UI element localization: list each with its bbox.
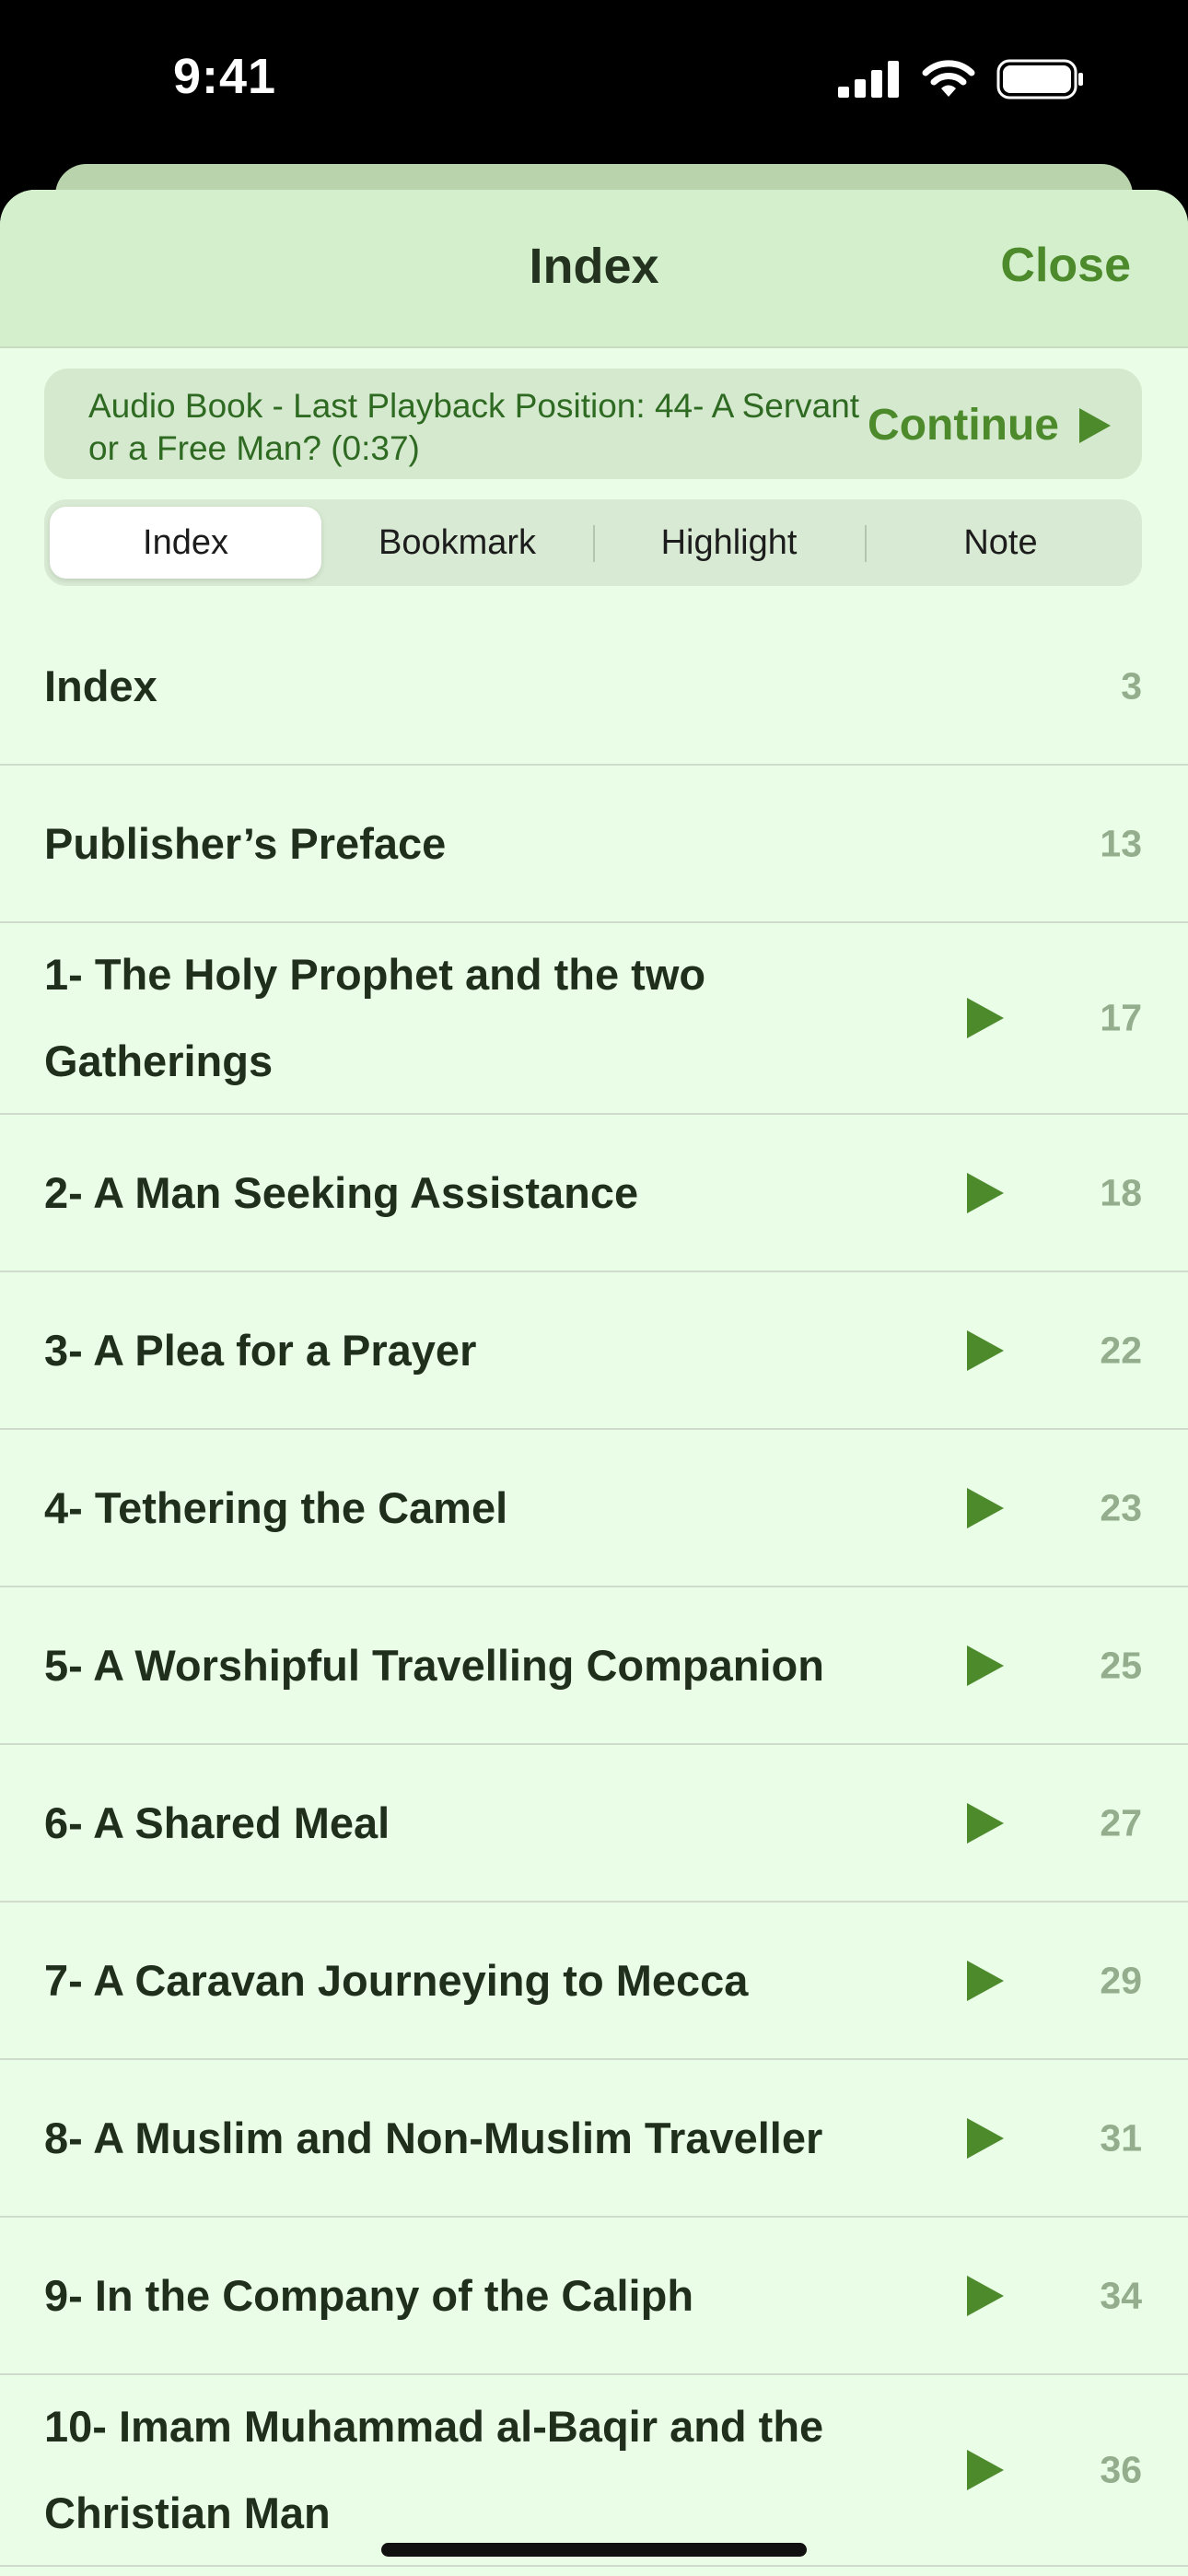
page-number: 36 [1100, 2448, 1142, 2491]
continue-button[interactable]: Continue [868, 400, 1112, 451]
chapter-title: 1- The Holy Prophet and the two Gatherin… [44, 950, 706, 1085]
chapter-row[interactable]: 8- A Muslim and Non-Muslim Traveller 31 [0, 2060, 1188, 2218]
play-icon[interactable] [965, 1801, 1006, 1845]
page-number: 17 [1100, 996, 1142, 1039]
continue-label: Continue [868, 401, 1059, 450]
chapter-row[interactable]: 9- In the Company of the Caliph 34 [0, 2218, 1188, 2375]
audio-resume-banner: Audio Book - Last Playback Position: 44-… [44, 369, 1142, 479]
battery-icon [996, 59, 1083, 100]
play-icon[interactable] [965, 1171, 1006, 1215]
play-icon[interactable] [965, 2116, 1006, 2160]
page-number: 22 [1100, 1329, 1142, 1371]
status-time: 9:41 [173, 49, 277, 104]
index-sheet: Index Close Audio Book - Last Playback P… [0, 190, 1188, 2576]
page-number: 3 [1121, 664, 1142, 707]
page-number: 23 [1100, 1486, 1142, 1528]
chapter-title: 2- A Man Seeking Assistance [44, 1167, 639, 1217]
chapter-row[interactable]: 4- Tethering the Camel 23 [0, 1430, 1188, 1587]
tab-index[interactable]: Index [50, 507, 321, 579]
nav-bar: Index Close [0, 190, 1188, 348]
page-number: 29 [1100, 1959, 1142, 2001]
chapter-row[interactable]: 1- The Holy Prophet and the two Gatherin… [0, 923, 1188, 1115]
chapter-title: 10- Imam Muhammad al-Baqir and the Chris… [44, 2402, 824, 2537]
tab-bookmark[interactable]: Bookmark [321, 507, 593, 579]
wifi-icon [922, 60, 975, 97]
chapter-row[interactable]: 2- A Man Seeking Assistance 18 [0, 1115, 1188, 1272]
chapter-title: 4- Tethering the Camel [44, 1482, 508, 1532]
cellular-signal-icon [838, 61, 899, 98]
chapter-row[interactable]: 7- A Caravan Journeying to Mecca 29 [0, 1903, 1188, 2060]
page-number: 25 [1100, 1644, 1142, 1686]
play-icon[interactable] [965, 1644, 1006, 1688]
play-icon[interactable] [965, 1329, 1006, 1373]
page-number: 31 [1100, 2116, 1142, 2159]
segmented-control: Index Bookmark Highlight Note [44, 499, 1142, 586]
chapter-title: 3- A Plea for a Prayer [44, 1325, 477, 1375]
play-icon[interactable] [965, 2448, 1006, 2492]
play-icon[interactable] [965, 996, 1006, 1040]
play-icon[interactable] [965, 1486, 1006, 1530]
chapter-row[interactable]: 3- A Plea for a Prayer 22 [0, 1272, 1188, 1430]
chapter-row[interactable]: 10- Imam Muhammad al-Baqir and the Chris… [0, 2375, 1188, 2567]
chapter-row[interactable]: Index 3 [0, 608, 1188, 766]
close-button[interactable]: Close [1000, 238, 1131, 293]
chapter-row[interactable]: 5- A Worshipful Travelling Companion 25 [0, 1587, 1188, 1745]
audio-position-text: Audio Book - Last Playback Position: 44-… [88, 387, 860, 467]
chapter-title: Index [44, 661, 157, 710]
page-number: 18 [1100, 1171, 1142, 1213]
chapter-title: 8- A Muslim and Non-Muslim Traveller [44, 2113, 823, 2162]
chapter-row[interactable]: 6- A Shared Meal 27 [0, 1745, 1188, 1903]
status-icons [836, 59, 1085, 100]
tab-note[interactable]: Note [865, 507, 1136, 579]
page-number: 27 [1100, 1801, 1142, 1844]
chapter-title: 9- In the Company of the Caliph [44, 2270, 694, 2320]
chapter-title: Publisher’s Preface [44, 818, 447, 868]
chapter-list: Index 3 Publisher’s Preface 13 1- The Holy P… [0, 608, 1188, 2567]
status-bar: 9:41 [0, 0, 1188, 166]
chapter-title: 7- A Caravan Journeying to Mecca [44, 1955, 749, 2005]
page-number: 34 [1100, 2274, 1142, 2316]
tab-highlight[interactable]: Highlight [593, 507, 865, 579]
home-indicator[interactable] [381, 2543, 807, 2557]
chapter-title: 5- A Worshipful Travelling Companion [44, 1640, 824, 1690]
play-icon[interactable] [965, 2274, 1006, 2318]
chapter-row[interactable]: Publisher’s Preface 13 [0, 766, 1188, 923]
play-icon[interactable] [965, 1959, 1006, 2003]
play-icon [1079, 407, 1111, 443]
page-number: 13 [1100, 822, 1142, 864]
chapter-title: 6- A Shared Meal [44, 1797, 390, 1847]
